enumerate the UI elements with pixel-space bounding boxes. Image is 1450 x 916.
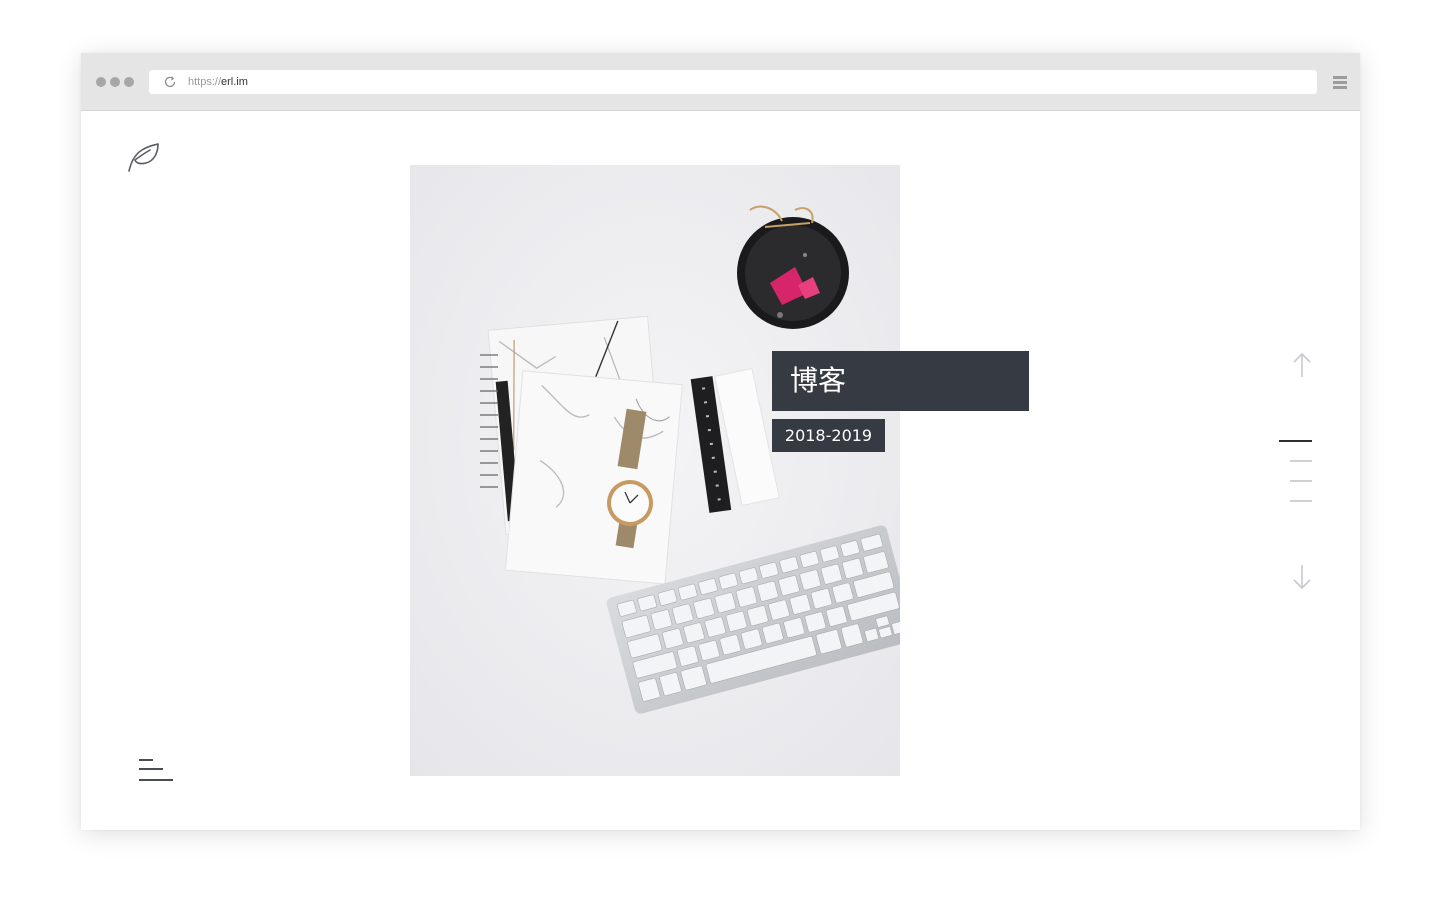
browser-window: https://erl.im 博客 2018-2019 (81, 53, 1360, 830)
browser-toolbar: https://erl.im (81, 53, 1360, 111)
arrow-up-icon[interactable] (1290, 351, 1314, 379)
slide-year-badge: 2018-2019 (772, 419, 885, 452)
page-content: 博客 2018-2019 (81, 111, 1360, 830)
window-control-dot[interactable] (124, 77, 134, 87)
url-protocol: https:// (188, 76, 222, 88)
pager-dot-active[interactable] (1279, 440, 1312, 442)
desk-flatlay-illustration (410, 165, 900, 776)
hero-image (410, 165, 900, 776)
window-control-dot[interactable] (110, 77, 120, 87)
window-control-dot[interactable] (96, 77, 106, 87)
arrow-down-icon[interactable] (1290, 563, 1314, 591)
pager-dot[interactable] (1290, 500, 1312, 502)
pager-dot[interactable] (1290, 460, 1312, 462)
address-bar[interactable]: https://erl.im (149, 70, 1317, 94)
leaf-icon[interactable] (125, 137, 161, 173)
reload-icon[interactable] (163, 75, 177, 89)
url-host: erl.im (221, 76, 248, 88)
pager-dot[interactable] (1290, 480, 1312, 482)
menu-lines-icon[interactable] (137, 757, 175, 783)
hamburger-menu-icon[interactable] (1333, 75, 1347, 90)
slide-title[interactable]: 博客 (772, 351, 1029, 411)
url-text: https://erl.im (188, 75, 248, 89)
